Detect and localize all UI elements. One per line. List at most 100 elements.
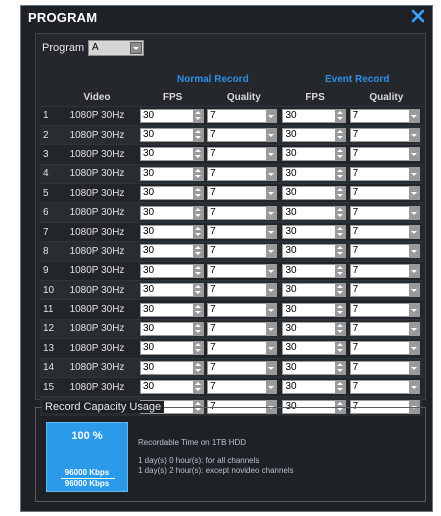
- chevron-down-icon[interactable]: [408, 303, 419, 316]
- event-fps-input[interactable]: 30: [282, 186, 347, 201]
- chevron-down-icon[interactable]: [266, 303, 277, 316]
- event-quality-select[interactable]: 7: [349, 302, 420, 317]
- normal-fps-input[interactable]: 30: [140, 108, 204, 123]
- spinner-updown-icon[interactable]: [335, 322, 346, 335]
- normal-quality-select[interactable]: 7: [207, 108, 278, 123]
- normal-quality-select[interactable]: 7: [207, 205, 278, 220]
- event-quality-select[interactable]: 7: [349, 147, 420, 162]
- spinner-updown-icon[interactable]: [335, 206, 346, 219]
- spinner-updown-icon[interactable]: [193, 342, 203, 355]
- normal-quality-select[interactable]: 7: [207, 128, 278, 143]
- program-select[interactable]: A: [88, 40, 144, 56]
- chevron-down-icon[interactable]: [408, 361, 419, 374]
- spinner-updown-icon[interactable]: [335, 303, 346, 316]
- event-quality-select[interactable]: 7: [349, 108, 420, 123]
- close-icon[interactable]: [410, 8, 426, 24]
- event-fps-input[interactable]: 30: [282, 360, 347, 375]
- chevron-down-icon[interactable]: [130, 42, 142, 54]
- spinner-updown-icon[interactable]: [193, 284, 203, 297]
- event-quality-select[interactable]: 7: [349, 244, 420, 259]
- event-quality-select[interactable]: 7: [349, 225, 420, 240]
- normal-fps-input[interactable]: 30: [140, 225, 204, 240]
- spinner-updown-icon[interactable]: [335, 284, 346, 297]
- event-quality-select[interactable]: 7: [349, 128, 420, 143]
- event-quality-select[interactable]: 7: [349, 186, 420, 201]
- event-fps-input[interactable]: 30: [282, 283, 347, 298]
- chevron-down-icon[interactable]: [266, 167, 277, 180]
- spinner-updown-icon[interactable]: [335, 187, 346, 200]
- chevron-down-icon[interactable]: [408, 148, 419, 161]
- normal-fps-input[interactable]: 30: [140, 244, 204, 259]
- normal-quality-select[interactable]: 7: [207, 244, 278, 259]
- chevron-down-icon[interactable]: [266, 226, 277, 239]
- chevron-down-icon[interactable]: [408, 264, 419, 277]
- event-quality-select[interactable]: 7: [349, 380, 420, 395]
- spinner-updown-icon[interactable]: [335, 167, 346, 180]
- normal-quality-select[interactable]: 7: [207, 321, 278, 336]
- normal-fps-input[interactable]: 30: [140, 321, 204, 336]
- spinner-updown-icon[interactable]: [335, 381, 346, 394]
- normal-fps-input[interactable]: 30: [140, 205, 204, 220]
- event-quality-select[interactable]: 7: [349, 283, 420, 298]
- chevron-down-icon[interactable]: [408, 322, 419, 335]
- event-fps-input[interactable]: 30: [282, 244, 347, 259]
- event-quality-select[interactable]: 7: [349, 263, 420, 278]
- normal-fps-input[interactable]: 30: [140, 128, 204, 143]
- normal-quality-select[interactable]: 7: [207, 186, 278, 201]
- normal-quality-select[interactable]: 7: [207, 360, 278, 375]
- spinner-updown-icon[interactable]: [335, 342, 346, 355]
- normal-fps-input[interactable]: 30: [140, 166, 204, 181]
- chevron-down-icon[interactable]: [408, 206, 419, 219]
- chevron-down-icon[interactable]: [266, 361, 277, 374]
- normal-quality-select[interactable]: 7: [207, 147, 278, 162]
- spinner-updown-icon[interactable]: [335, 226, 346, 239]
- event-fps-input[interactable]: 30: [282, 108, 347, 123]
- spinner-updown-icon[interactable]: [193, 226, 203, 239]
- chevron-down-icon[interactable]: [408, 381, 419, 394]
- event-quality-select[interactable]: 7: [349, 166, 420, 181]
- spinner-updown-icon[interactable]: [193, 167, 203, 180]
- chevron-down-icon[interactable]: [408, 342, 419, 355]
- event-quality-select[interactable]: 7: [349, 360, 420, 375]
- event-fps-input[interactable]: 30: [282, 341, 347, 356]
- normal-quality-select[interactable]: 7: [207, 166, 278, 181]
- chevron-down-icon[interactable]: [408, 187, 419, 200]
- spinner-updown-icon[interactable]: [193, 129, 203, 142]
- event-fps-input[interactable]: 30: [282, 128, 347, 143]
- normal-quality-select[interactable]: 7: [207, 283, 278, 298]
- event-fps-input[interactable]: 30: [282, 302, 347, 317]
- spinner-updown-icon[interactable]: [335, 245, 346, 258]
- spinner-updown-icon[interactable]: [193, 109, 203, 122]
- normal-quality-select[interactable]: 7: [207, 302, 278, 317]
- event-quality-select[interactable]: 7: [349, 341, 420, 356]
- normal-fps-input[interactable]: 30: [140, 380, 204, 395]
- spinner-updown-icon[interactable]: [193, 206, 203, 219]
- normal-fps-input[interactable]: 30: [140, 186, 204, 201]
- normal-fps-input[interactable]: 30: [140, 360, 204, 375]
- chevron-down-icon[interactable]: [266, 264, 277, 277]
- chevron-down-icon[interactable]: [266, 322, 277, 335]
- spinner-updown-icon[interactable]: [193, 187, 203, 200]
- normal-fps-input[interactable]: 30: [140, 263, 204, 278]
- spinner-updown-icon[interactable]: [335, 361, 346, 374]
- spinner-updown-icon[interactable]: [193, 303, 203, 316]
- spinner-updown-icon[interactable]: [193, 322, 203, 335]
- normal-fps-input[interactable]: 30: [140, 341, 204, 356]
- chevron-down-icon[interactable]: [408, 167, 419, 180]
- spinner-updown-icon[interactable]: [193, 381, 203, 394]
- spinner-updown-icon[interactable]: [193, 245, 203, 258]
- event-fps-input[interactable]: 30: [282, 263, 347, 278]
- event-quality-select[interactable]: 7: [349, 321, 420, 336]
- spinner-updown-icon[interactable]: [335, 109, 346, 122]
- event-fps-input[interactable]: 30: [282, 166, 347, 181]
- event-fps-input[interactable]: 30: [282, 147, 347, 162]
- chevron-down-icon[interactable]: [266, 206, 277, 219]
- event-quality-select[interactable]: 7: [349, 205, 420, 220]
- normal-fps-input[interactable]: 30: [140, 283, 204, 298]
- normal-fps-input[interactable]: 30: [140, 147, 204, 162]
- chevron-down-icon[interactable]: [408, 226, 419, 239]
- normal-quality-select[interactable]: 7: [207, 341, 278, 356]
- chevron-down-icon[interactable]: [266, 284, 277, 297]
- spinner-updown-icon[interactable]: [335, 148, 346, 161]
- chevron-down-icon[interactable]: [408, 129, 419, 142]
